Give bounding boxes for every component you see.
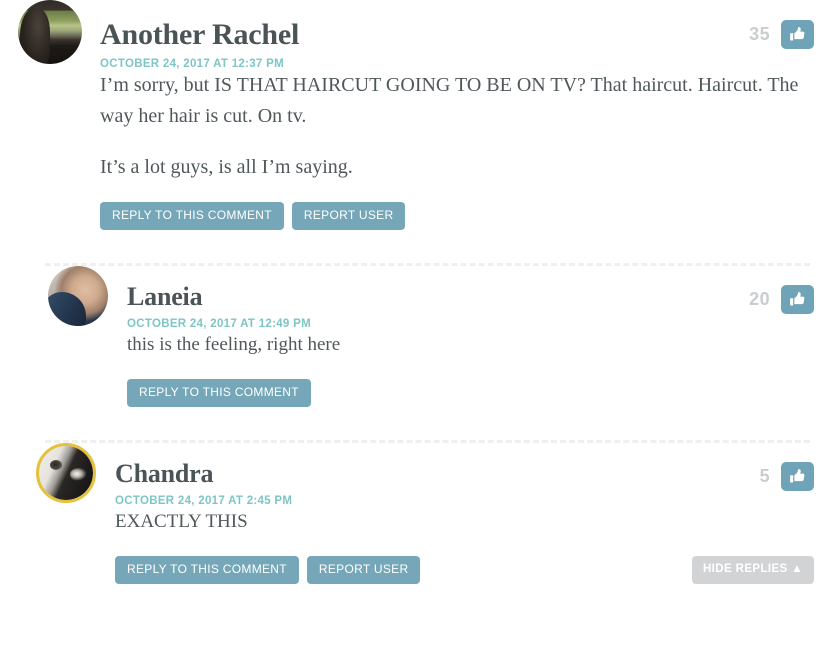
comment-timestamp[interactable]: OCTOBER 24, 2017 AT 2:45 PM	[115, 495, 810, 507]
avatar-laneia[interactable]	[48, 266, 108, 326]
hide-replies-button[interactable]: HIDE REPLIES ▲	[691, 556, 814, 584]
comment-actions: REPLY TO THIS COMMENT REPORT USER	[18, 202, 810, 230]
comment-laneia: Laneia OCTOBER 24, 2017 AT 12:49 PM 20 t…	[0, 266, 828, 407]
vote-count: 35	[749, 24, 770, 44]
comment-header: Laneia OCTOBER 24, 2017 AT 12:49 PM	[48, 266, 810, 330]
thumbs-up-button[interactable]	[781, 462, 814, 491]
comment-thread: Another Rachel OCTOBER 24, 2017 AT 12:37…	[0, 0, 828, 663]
comment-another-rachel: Another Rachel OCTOBER 24, 2017 AT 12:37…	[0, 0, 828, 230]
comment-timestamp[interactable]: OCTOBER 24, 2017 AT 12:37 PM	[100, 58, 810, 70]
comment-author-name: Chandra	[115, 459, 214, 488]
thumbs-up-icon	[790, 469, 805, 483]
comment-author-name: Laneia	[127, 282, 203, 311]
reply-to-this-comment-button[interactable]: REPLY TO THIS COMMENT	[127, 379, 311, 407]
reply-to-this-comment-button[interactable]: REPLY TO THIS COMMENT	[115, 556, 299, 584]
comment-chandra: Chandra OCTOBER 24, 2017 AT 2:45 PM 5 EX…	[0, 443, 828, 584]
comment-timestamp[interactable]: OCTOBER 24, 2017 AT 12:49 PM	[127, 318, 810, 330]
avatar-image	[48, 266, 108, 326]
comment-paragraph: EXACTLY THIS	[115, 511, 248, 532]
vote-cluster: 35	[749, 20, 814, 49]
vote-count: 20	[749, 289, 770, 309]
comment-paragraph: this is the feeling, right here	[127, 334, 341, 355]
thumbs-up-icon	[790, 27, 805, 41]
vote-count: 5	[759, 466, 770, 486]
thumbs-up-icon	[790, 292, 805, 306]
comment-actions: REPLY TO THIS COMMENT	[48, 379, 810, 407]
comment-body: EXACTLY THIS	[36, 507, 810, 537]
avatar-image	[18, 0, 82, 64]
thumbs-up-button[interactable]	[781, 20, 814, 49]
comment-paragraph: It’s a lot guys, is all I’m saying.	[100, 156, 353, 178]
comment-body: this is the feeling, right here	[48, 330, 810, 360]
reply-to-this-comment-button[interactable]: REPLY TO THIS COMMENT	[100, 202, 284, 230]
thumbs-up-button[interactable]	[781, 285, 814, 314]
comment-author-name: Another Rachel	[100, 18, 300, 51]
avatar-another-rachel[interactable]	[18, 0, 82, 64]
vote-cluster: 5	[760, 462, 814, 491]
comment-actions: REPLY TO THIS COMMENT REPORT USER HIDE R…	[36, 556, 814, 584]
report-user-button[interactable]: REPORT USER	[306, 556, 421, 584]
avatar-chandra[interactable]	[36, 443, 96, 503]
comment-header: Another Rachel OCTOBER 24, 2017 AT 12:37…	[18, 0, 810, 70]
comment-body: I’m sorry, but IS THAT HAIRCUT GOING TO …	[18, 70, 810, 183]
vote-cluster: 20	[749, 285, 814, 314]
comment-paragraph: I’m sorry, but IS THAT HAIRCUT GOING TO …	[100, 74, 799, 127]
avatar-image	[39, 446, 93, 500]
report-user-button[interactable]: REPORT USER	[291, 202, 406, 230]
comment-header: Chandra OCTOBER 24, 2017 AT 2:45 PM	[36, 443, 810, 507]
